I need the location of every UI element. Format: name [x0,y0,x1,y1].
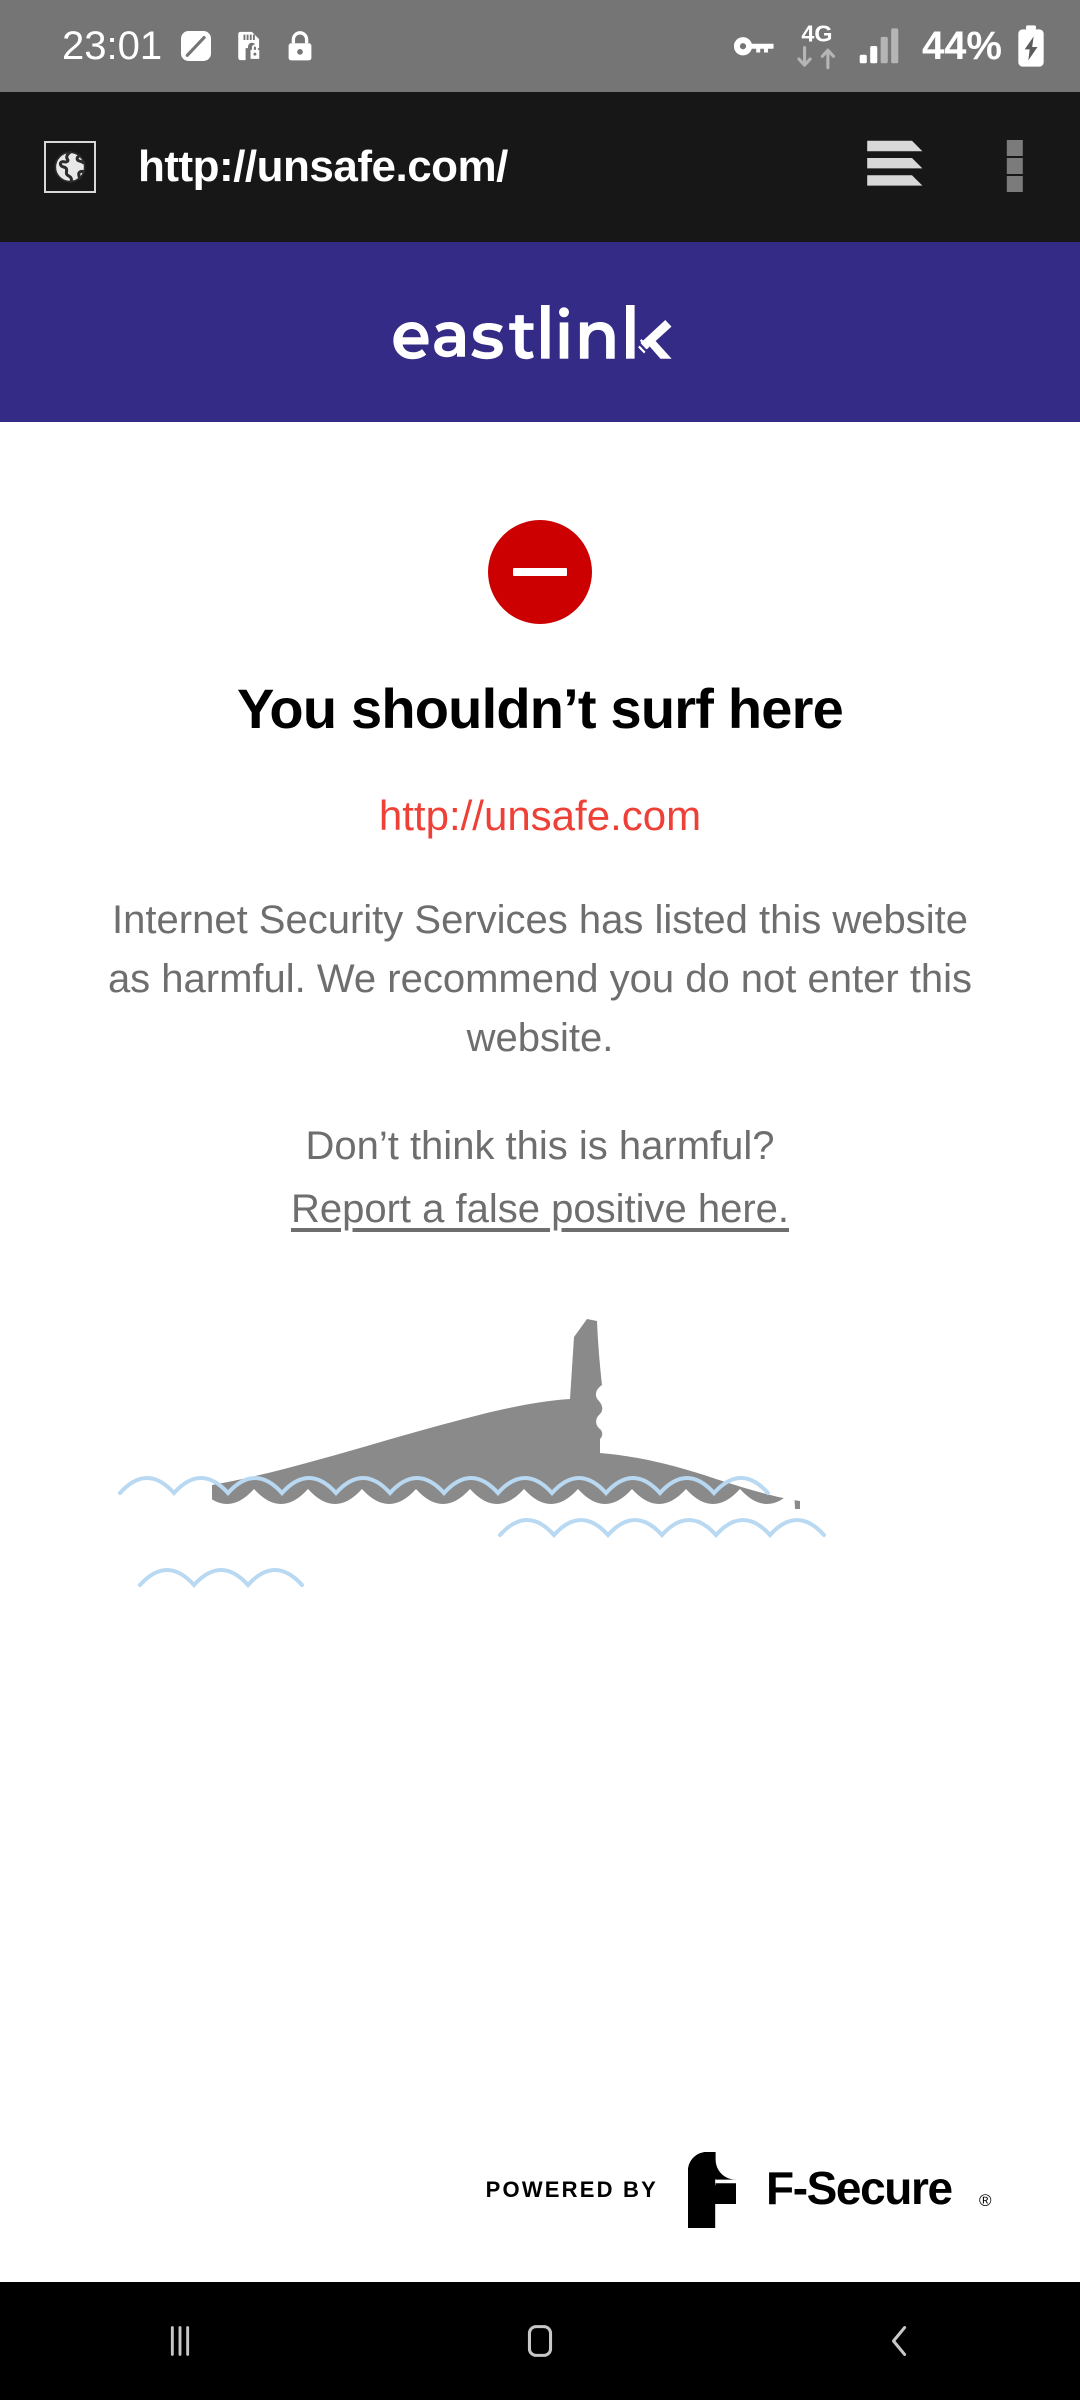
status-bar-left: 23:01 [62,26,318,66]
blocked-circle-icon [488,520,592,624]
browser-toolbar: http://unsafe.com/ [0,92,1080,242]
false-positive-prompt: Don’t think this is harmful? Report a fa… [90,1117,990,1239]
recents-icon[interactable] [80,2282,280,2400]
f-secure-logo-icon [688,2152,736,2228]
phone-screen: 23:01 4G 44% http://unsafe.com/ You shou… [0,0,1080,2400]
address-bar-url[interactable]: http://unsafe.com/ [138,142,864,192]
overflow-menu-icon[interactable] [986,134,1044,201]
android-navigation-bar [0,2282,1080,2400]
blocked-url-text: http://unsafe.com [378,791,702,839]
prompt-question-text: Don’t think this is harmful? [305,1123,775,1168]
status-bar-clock: 23:01 [62,24,163,68]
home-icon[interactable] [440,2282,640,2400]
battery-percentage: 44% [921,24,1002,68]
footer-branding: POWERED BY F-Secure ® [0,2152,1080,2228]
pen-slash-icon [178,28,214,64]
status-bar-right: 4G 44% [733,18,1046,74]
globe-icon [44,141,96,193]
eastlink-logo [393,305,672,360]
page-title: You shouldn’t surf here [237,677,844,740]
vendor-trademark: ® [979,2191,992,2210]
vendor-name: F-Secure [766,2162,952,2214]
signal-bars-icon [858,27,902,65]
report-false-positive-link[interactable]: Report a false positive here. [291,1180,789,1239]
blocked-icon-bar [513,568,567,576]
powered-by-label: POWERED BY [485,2177,658,2202]
shark-fin-in-water-illustration [118,1318,826,1603]
status-bar: 23:01 4G 44% [0,0,1080,92]
lock-icon [282,28,318,64]
tab-stack-icon[interactable] [864,134,936,201]
block-description: Internet Security Services has listed th… [107,897,973,1061]
vpn-key-icon [733,30,776,62]
svg-text:4G: 4G [801,20,832,46]
battery-charging-icon [1016,24,1046,68]
sd-card-lock-icon [230,28,266,64]
f-secure-wordmark: F-Secure ® [766,2162,992,2214]
block-page-content: You shouldn’t surf here http://unsafe.co… [0,422,1080,2282]
eastlink-brand-banner [0,242,1080,422]
back-chevron-icon[interactable] [800,2282,1000,2400]
data-transfer-icon: 4G [790,18,844,74]
